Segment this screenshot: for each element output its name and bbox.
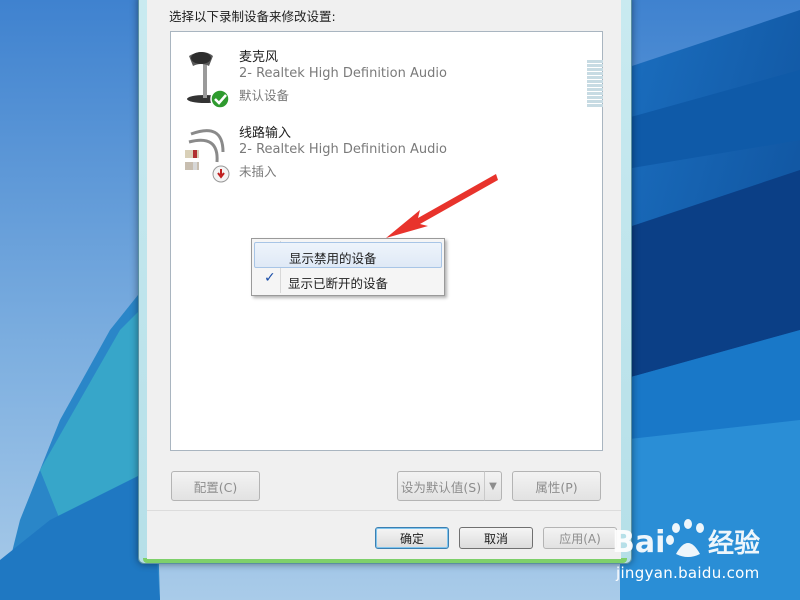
device-name: 线路输入: [239, 126, 292, 141]
input-level-meter: [587, 60, 603, 108]
chevron-down-icon: ▼: [489, 480, 497, 492]
menu-item-label: 显示禁用的设备: [289, 251, 377, 266]
baidu-jingyan-watermark: Bai 经验 jingyan.baidu.com: [604, 514, 794, 594]
cancel-button[interactable]: 取消: [459, 527, 533, 549]
line-in-cable-icon: [185, 129, 230, 183]
menu-item-show-disconnected[interactable]: ✓ 显示已断开的设备: [254, 268, 440, 292]
menu-item-label: 显示已断开的设备: [288, 276, 389, 291]
baidu-logo-icon: Bai 经验: [612, 519, 760, 560]
watermark-url: jingyan.baidu.com: [616, 564, 760, 582]
set-default-dropdown-arrow[interactable]: ▼: [484, 471, 502, 501]
device-name: 麦克风: [239, 50, 279, 65]
device-status: 未插入: [239, 164, 277, 179]
set-default-button[interactable]: 设为默认值(S): [397, 471, 485, 501]
device-driver: 2- Realtek High Definition Audio: [239, 142, 447, 157]
checkmark-icon: ✓: [264, 270, 276, 286]
ok-button[interactable]: 确定: [375, 527, 449, 549]
device-item-microphone[interactable]: 麦克风 2- Realtek High Definition Audio 默认设…: [183, 46, 603, 112]
svg-text:Bai: Bai: [612, 525, 665, 560]
device-driver: 2- Realtek High Definition Audio: [239, 66, 447, 81]
menu-item-show-disabled[interactable]: 显示禁用的设备: [254, 242, 442, 268]
instruction-text: 选择以下录制设备来修改设置:: [169, 9, 336, 24]
configure-button[interactable]: 配置(C): [171, 471, 260, 501]
properties-button[interactable]: 属性(P): [512, 471, 601, 501]
context-menu: 显示禁用的设备 ✓ 显示已断开的设备: [251, 238, 445, 296]
microphone-icon: [187, 52, 230, 108]
device-status: 默认设备: [239, 88, 290, 103]
svg-text:经验: 经验: [708, 528, 760, 559]
default-device-badge: [210, 89, 230, 108]
